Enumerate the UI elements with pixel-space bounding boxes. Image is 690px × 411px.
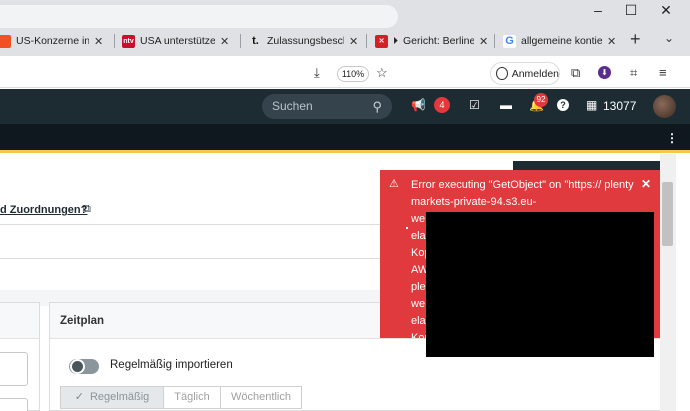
bookmark-star-icon[interactable]: ☆ bbox=[376, 65, 388, 81]
avatar[interactable] bbox=[653, 95, 676, 118]
search-input[interactable]: Suchen ⚲ bbox=[262, 94, 392, 119]
segment-label: Wöchentlich bbox=[231, 391, 291, 403]
browser-menu-icon[interactable]: ≡ bbox=[659, 65, 667, 80]
tab-search-chevron-icon[interactable]: ⌄ bbox=[664, 31, 674, 45]
ms-favicon-icon bbox=[0, 34, 11, 48]
tagesspiegel-favicon-icon: ✕ bbox=[375, 34, 388, 48]
toast-close-icon[interactable]: ✕ bbox=[641, 177, 651, 191]
megaphone-icon[interactable]: 📢 bbox=[411, 98, 426, 112]
text-input[interactable] bbox=[0, 398, 28, 411]
audio-playing-icon[interactable]: ⏵ bbox=[393, 36, 398, 47]
question-link[interactable]: d Zuordnungen? bbox=[0, 204, 87, 216]
schedule-title: Zeitplan bbox=[60, 315, 105, 327]
external-link-icon[interactable]: ⧉ bbox=[83, 203, 91, 216]
cart-count[interactable]: 13077 bbox=[603, 99, 636, 113]
toast-message-text: Error executing "GetObject" on "https://… bbox=[411, 179, 634, 208]
text-input[interactable] bbox=[0, 352, 28, 386]
import-toggle-label: Regelmäßig importieren bbox=[110, 359, 233, 371]
card-header bbox=[0, 303, 39, 339]
divider bbox=[0, 224, 390, 225]
tab-title: USA unterstützen Da bbox=[140, 35, 215, 47]
screen: – ☐ ✕ US-Konzerne in Euro ✕ ntv USA unte… bbox=[0, 0, 690, 411]
window-close-icon[interactable]: ✕ bbox=[656, 2, 676, 19]
tab-separator bbox=[494, 34, 495, 48]
extension-purple-icon[interactable]: ⬇ bbox=[598, 66, 611, 79]
tab-separator bbox=[240, 34, 241, 48]
crop-icon[interactable]: ⌗ bbox=[630, 65, 637, 81]
messages-badge: 92 bbox=[534, 93, 548, 107]
tab-title: Zulassungsbeschein bbox=[267, 35, 344, 47]
tab-close-icon[interactable]: ✕ bbox=[479, 35, 489, 48]
help-icon[interactable]: ? bbox=[557, 99, 569, 111]
minimize-icon[interactable]: – bbox=[588, 2, 608, 18]
browser-tab[interactable]: t. Zulassungsbeschein ✕ bbox=[249, 28, 359, 54]
tab-close-icon[interactable]: ✕ bbox=[607, 35, 617, 48]
segment-taeglich[interactable]: Täglich bbox=[163, 386, 221, 409]
scrollbar-thumb[interactable] bbox=[662, 182, 673, 246]
segment-woechentlich[interactable]: Wöchentlich bbox=[220, 386, 302, 409]
tab-separator bbox=[114, 34, 115, 48]
profile-icon bbox=[496, 67, 508, 80]
omnibox[interactable] bbox=[0, 5, 398, 28]
install-app-icon[interactable]: ⤓ bbox=[314, 65, 320, 81]
ntv-favicon-icon: ntv bbox=[122, 34, 135, 48]
segment-label: Regelmäßig bbox=[89, 391, 150, 403]
store-icon[interactable]: ▦ bbox=[586, 98, 597, 112]
browser-tab[interactable]: ntv USA unterstützen Da ✕ bbox=[122, 28, 230, 54]
search-placeholder: Suchen bbox=[272, 99, 313, 113]
sub-header bbox=[0, 124, 690, 153]
right-edge bbox=[676, 154, 690, 411]
google-favicon-icon: G bbox=[503, 34, 516, 48]
tab-close-icon[interactable]: ✕ bbox=[220, 35, 230, 48]
divider bbox=[0, 258, 390, 259]
t-favicon-icon: t. bbox=[252, 35, 259, 47]
tab-close-icon[interactable]: ✕ bbox=[349, 35, 359, 48]
more-options-icon[interactable]: ⋮ bbox=[666, 131, 678, 145]
toast-bullet bbox=[406, 227, 408, 229]
tasks-icon[interactable]: ☑ bbox=[469, 98, 480, 112]
browser-tab[interactable]: ✕ ⏵ Gericht: Berliner ✕ bbox=[375, 28, 489, 54]
messages-icon[interactable]: ▬ bbox=[500, 98, 512, 112]
tab-close-icon[interactable]: ✕ bbox=[94, 35, 104, 48]
browser-tab[interactable]: G allgemeine kontierur ✕ bbox=[503, 28, 617, 54]
search-icon[interactable]: ⚲ bbox=[372, 94, 382, 119]
redaction-block bbox=[426, 212, 654, 357]
maximize-icon[interactable]: ☐ bbox=[621, 2, 641, 19]
tab-title: Gericht: Berliner bbox=[403, 35, 474, 47]
segment-label: Täglich bbox=[174, 391, 210, 403]
zoom-indicator[interactable]: 110% bbox=[337, 66, 369, 82]
new-tab-icon[interactable]: + bbox=[630, 29, 641, 50]
notification-badge[interactable]: 4 bbox=[434, 97, 450, 113]
tab-separator bbox=[366, 34, 367, 48]
toggle-knob[interactable] bbox=[70, 359, 85, 374]
browser-tab[interactable]: US-Konzerne in Euro ✕ bbox=[0, 28, 104, 54]
segment-regelmaessig[interactable]: ✓ Regelmäßig bbox=[60, 386, 164, 409]
signin-label: Anmelden bbox=[511, 67, 559, 80]
check-icon: ✓ bbox=[74, 391, 84, 403]
signin-button[interactable]: Anmelden bbox=[490, 62, 560, 85]
tab-title: US-Konzerne in Euro bbox=[16, 35, 89, 47]
warning-icon: ⚠ bbox=[389, 178, 399, 190]
tab-title: allgemeine kontierur bbox=[521, 35, 602, 47]
extension-icon[interactable]: ⧉ bbox=[571, 65, 580, 81]
